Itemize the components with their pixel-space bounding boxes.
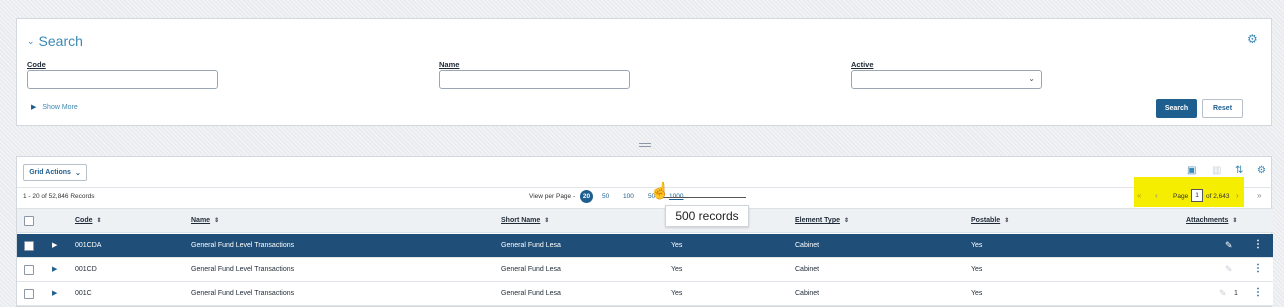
chevron-down-icon: ⌄ [1028, 74, 1035, 83]
code-input[interactable] [27, 70, 218, 89]
sort-icon: ⇕ [544, 218, 550, 224]
column-header-attachments[interactable]: Attachments ⇕ [1186, 217, 1237, 224]
search-panel: ⌄ Search ⚙ Code Name Active ⌄ ▶ Show Mor… [16, 18, 1272, 126]
records-count: 1 - 20 of 52,846 Records [23, 193, 95, 200]
cell-name: General Fund Level Transactions [191, 290, 295, 297]
panel-splitter-handle[interactable] [639, 143, 651, 147]
table-row[interactable]: ▶ 001CD General Fund Level Transactions … [17, 258, 1273, 282]
page-total: of 2,643 [1206, 193, 1230, 200]
reset-button[interactable]: Reset [1202, 99, 1243, 118]
active-select[interactable]: ⌄ [851, 70, 1042, 89]
cell-element-type: Cabinet [795, 290, 820, 297]
records-tooltip: 500 records [665, 205, 749, 227]
show-more-toggle[interactable]: ▶ Show More [31, 103, 78, 112]
table-row[interactable]: ▶ 001CDA General Fund Level Transactions… [17, 234, 1273, 258]
expand-row-icon[interactable]: ▶ [52, 289, 57, 297]
grid-panel: Grid Actions ⌄ ▣ ▥ ⇅ ⚙ 1 - 20 of 52,846 … [16, 156, 1273, 307]
sort-icon: ⇕ [1232, 218, 1238, 224]
grid-header-row: Code ⇕ Name ⇕ Short Name ⇕ Element Type ⇕ Po… [17, 208, 1273, 233]
layout-view-icon[interactable]: ▣ [1187, 165, 1196, 176]
next-page-icon[interactable]: › [1236, 191, 1239, 200]
row-checkbox[interactable] [24, 289, 34, 299]
row-checkbox[interactable] [24, 241, 34, 251]
page-number-input[interactable]: 1 [1191, 189, 1203, 202]
attachment-count: 1 [1234, 290, 1238, 297]
view-per-page-option-50[interactable]: 50 [602, 193, 609, 200]
row-menu-icon[interactable]: ⋮ [1253, 287, 1263, 298]
view-per-page-label: View per Page - [529, 193, 576, 200]
sort-icon[interactable]: ⇅ [1235, 165, 1243, 176]
code-label: Code [27, 60, 46, 69]
cell-code: 001CD [75, 266, 97, 273]
search-button[interactable]: Search [1156, 99, 1197, 118]
column-header-postable[interactable]: Postable ⇕ [971, 217, 1009, 224]
sort-icon: ⇕ [844, 218, 850, 224]
search-section-toggle[interactable]: ⌄ Search [27, 33, 83, 49]
view-per-page-option-20[interactable]: 20 [580, 190, 593, 203]
column-header-name[interactable]: Name ⇕ [191, 217, 219, 224]
last-page-icon[interactable]: » [1257, 191, 1261, 200]
chevron-down-icon: ⌄ [74, 169, 81, 177]
cell-postable: Yes [971, 242, 983, 249]
cell-code: 001CDA [75, 242, 102, 249]
row-menu-icon[interactable]: ⋮ [1253, 239, 1263, 250]
sort-icon: ⇕ [96, 218, 102, 224]
cell-postable: Yes [971, 266, 983, 273]
grid-actions-button[interactable]: Grid Actions ⌄ [23, 164, 87, 181]
first-page-icon[interactable]: « [1137, 191, 1141, 200]
paperclip-icon[interactable]: ✎ [1225, 240, 1233, 251]
row-menu-icon[interactable]: ⋮ [1253, 263, 1263, 274]
grid-settings-gear-icon[interactable]: ⚙ [1257, 165, 1266, 176]
view-per-page-option-100[interactable]: 100 [623, 193, 634, 200]
cell-element-type: Cabinet [795, 242, 820, 249]
cell-name: General Fund Level Transactions [191, 242, 295, 249]
caret-right-icon: ▶ [31, 104, 37, 111]
search-title: Search [38, 33, 83, 49]
row-checkbox[interactable] [24, 265, 34, 275]
sort-icon: ⇕ [214, 218, 220, 224]
settings-gear-icon[interactable]: ⚙ [1247, 33, 1259, 45]
show-more-label: Show More [42, 103, 78, 111]
cell-short-name: General Fund Lesa [501, 266, 561, 273]
chevron-down-icon: ⌄ [27, 35, 35, 46]
active-label: Active [851, 60, 874, 69]
name-input[interactable] [439, 70, 630, 89]
table-row[interactable]: ▶ 001C General Fund Level Transactions G… [17, 282, 1273, 306]
column-header-element-type[interactable]: Element Type ⇕ [795, 217, 849, 224]
previous-page-icon[interactable]: ‹ [1155, 191, 1158, 200]
cell-active: Yes [671, 242, 683, 249]
cell-active: Yes [671, 266, 683, 273]
paperclip-icon[interactable]: ✎ [1225, 264, 1233, 275]
cell-postable: Yes [971, 290, 983, 297]
pagination-highlight [1134, 177, 1244, 207]
hand-cursor-icon: ☝ [650, 183, 670, 200]
expand-row-icon[interactable]: ▶ [52, 265, 57, 273]
tooltip-pointer-line [662, 197, 746, 198]
cell-element-type: Cabinet [795, 266, 820, 273]
sort-icon: ⇕ [1004, 218, 1010, 224]
page-label: Page [1173, 193, 1189, 200]
cell-short-name: General Fund Lesa [501, 290, 561, 297]
column-header-code[interactable]: Code ⇕ [75, 217, 102, 224]
cell-short-name: General Fund Lesa [501, 242, 561, 249]
grid-actions-label: Grid Actions [29, 169, 71, 176]
column-header-short-name[interactable]: Short Name ⇕ [501, 217, 549, 224]
column-view-icon[interactable]: ▥ [1212, 165, 1221, 176]
paperclip-icon[interactable]: ✎ [1219, 288, 1227, 299]
name-label: Name [439, 60, 460, 69]
cell-code: 001C [75, 290, 92, 297]
records-bar: 1 - 20 of 52,846 Records View per Page -… [17, 187, 1273, 205]
select-all-checkbox[interactable] [24, 216, 34, 226]
cell-name: General Fund Level Transactions [191, 266, 295, 273]
expand-row-icon[interactable]: ▶ [52, 241, 57, 249]
cell-active: Yes [671, 290, 683, 297]
